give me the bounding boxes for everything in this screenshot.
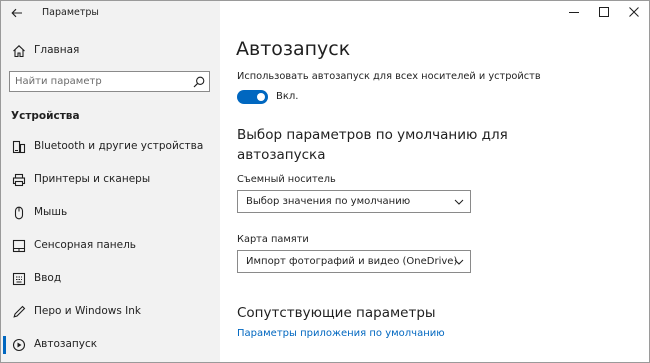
sidebar-item-label: Принтеры и сканеры (34, 173, 151, 185)
sidebar-item-touchpad[interactable]: Сенсорная панель (1, 233, 220, 259)
printer-icon (11, 172, 27, 188)
maximize-icon (599, 7, 609, 17)
settings-window: Параметры Главная Устройства Bluetooth и… (0, 0, 650, 363)
maximize-button[interactable] (589, 1, 619, 23)
mouse-icon (11, 205, 27, 221)
memory-card-dropdown[interactable]: Импорт фотографий и видео (OneDrive) (237, 250, 471, 273)
content-pane: Автозапуск Использовать автозапуск для в… (220, 1, 649, 362)
dropdown-value: Выбор значения по умолчанию (246, 196, 411, 207)
minimize-button[interactable] (559, 1, 589, 23)
window-title: Параметры (42, 7, 99, 18)
sidebar-item-label: Bluetooth и другие устройства (34, 140, 204, 152)
search-input[interactable] (10, 72, 190, 91)
sidebar-item-autoplay[interactable]: Автозапуск (1, 332, 220, 358)
sidebar-item-home[interactable]: Главная (1, 39, 220, 63)
autoplay-toggle[interactable] (237, 90, 268, 104)
selection-indicator (3, 336, 6, 354)
window-controls (559, 1, 649, 25)
sidebar-section-title: Устройства (11, 110, 80, 122)
chevron-down-icon (454, 197, 464, 207)
touchpad-icon (11, 238, 27, 254)
back-arrow-icon (11, 8, 23, 18)
sidebar-item-printers[interactable]: Принтеры и сканеры (1, 167, 220, 193)
bluetooth-devices-icon (11, 139, 27, 155)
autoplay-setting-description: Использовать автозапуск для всех носител… (237, 71, 541, 82)
removable-drive-dropdown[interactable]: Выбор значения по умолчанию (237, 190, 471, 213)
defaults-heading: Выбор параметров по умолчанию для автоза… (237, 127, 508, 163)
pen-icon (11, 304, 27, 320)
back-button[interactable] (7, 4, 27, 22)
sidebar-item-label: Автозапуск (34, 338, 98, 350)
close-button[interactable] (619, 1, 649, 23)
search-icon[interactable] (192, 75, 205, 88)
sidebar-item-typing[interactable]: Ввод (1, 266, 220, 292)
search-box[interactable] (9, 71, 210, 92)
sidebar-item-label: Ввод (34, 272, 62, 284)
memory-card-label: Карта памяти (237, 234, 309, 245)
removable-drive-label: Съемный носитель (237, 174, 336, 185)
sidebar-item-mouse[interactable]: Мышь (1, 200, 220, 226)
default-apps-link[interactable]: Параметры приложения по умолчанию (237, 328, 445, 339)
toggle-state-label: Вкл. (276, 91, 299, 102)
sidebar-item-label: Перо и Windows Ink (34, 305, 141, 317)
sidebar: Параметры Главная Устройства Bluetooth и… (1, 1, 220, 362)
home-icon (11, 43, 27, 59)
title-bar-left: Параметры (1, 1, 220, 25)
autoplay-icon (11, 337, 27, 353)
sidebar-item-label: Мышь (34, 206, 68, 218)
sidebar-item-bluetooth[interactable]: Bluetooth и другие устройства (1, 134, 220, 160)
chevron-down-icon (454, 257, 464, 267)
dropdown-value: Импорт фотографий и видео (OneDrive) (246, 256, 458, 267)
page-title: Автозапуск (236, 38, 351, 60)
sidebar-item-label: Сенсорная панель (34, 239, 136, 251)
close-icon (629, 7, 639, 17)
related-settings-heading: Сопутствующие параметры (237, 305, 436, 321)
minimize-icon (569, 7, 579, 17)
keyboard-icon (11, 271, 27, 287)
sidebar-item-label: Главная (34, 44, 80, 56)
sidebar-item-pen[interactable]: Перо и Windows Ink (1, 299, 220, 325)
toggle-knob (257, 93, 265, 101)
